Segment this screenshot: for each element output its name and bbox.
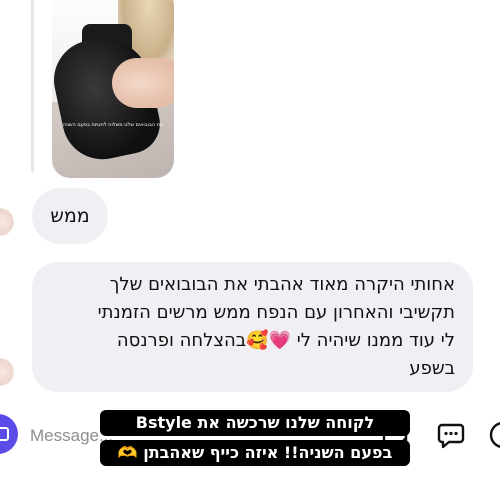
message-text-line: בשפע [409,358,455,379]
message-bubble[interactable]: ממש [32,188,108,244]
reply-thread-line [31,0,34,172]
camera-button[interactable] [0,414,18,454]
overlay-caption-line: לקוחה שלנו שרכשה את Bstyle [100,410,410,436]
sender-avatar[interactable] [0,208,14,236]
message-text-line: אחותי היקרה מאוד אהבתי את הבובואים שלך [109,274,455,295]
thumbnail-caption: את הבובואים שלנו משלוח לחנויות בפעם השני… [62,122,164,128]
message-text: ממש [50,205,90,227]
overlay-caption-line: בפעם השניה!! איזה כייף שאהבתן 🫶 [100,440,410,466]
camera-icon [0,427,9,441]
sender-avatar[interactable] [0,358,14,386]
story-reply-thumbnail[interactable]: את הבובואים שלנו משלוח לחנויות בפעם השני… [52,0,174,178]
message-bubble[interactable]: אחותי היקרה מאוד אהבתי את הבובואים שלך ת… [32,262,473,392]
thumbnail-hand [112,58,174,108]
message-text-line: תקשיבי והאחרון עם הנפח ממש מרשים הזמנתי [97,302,455,323]
message-text-line: לי עוד ממנו שיהיה לי 💗🥰בהצלחה ופרנסה [116,330,455,351]
add-icon[interactable] [488,420,500,450]
chat-bubble-icon[interactable] [436,420,466,450]
